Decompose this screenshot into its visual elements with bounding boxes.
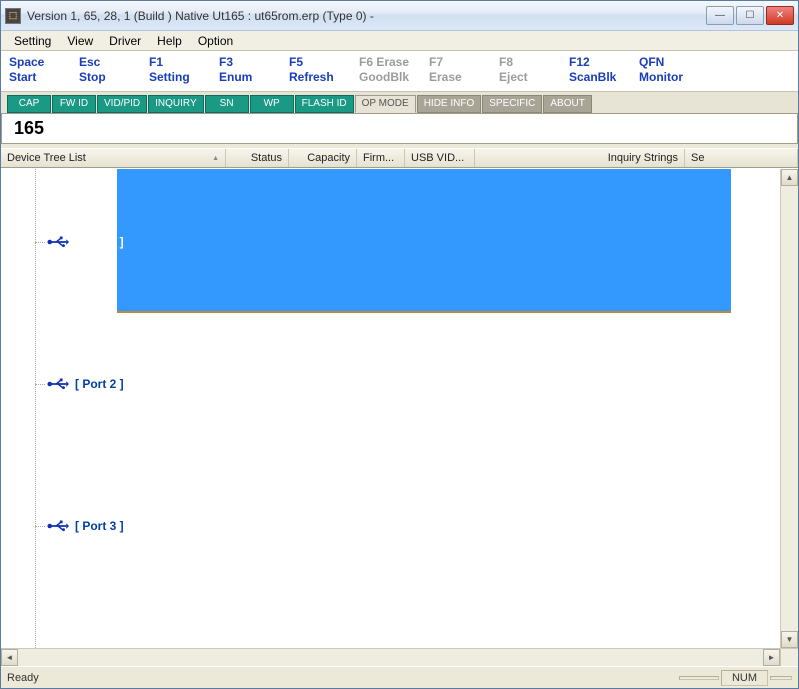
menu-view[interactable]: View (60, 32, 100, 50)
shortcut-label: Monitor (639, 70, 709, 85)
col-firm[interactable]: Firm... (357, 149, 405, 167)
shortcut-monitor[interactable]: QFNMonitor (639, 55, 709, 85)
big-number: 165 (14, 118, 44, 139)
shortcut-eject: F8Eject (499, 55, 569, 85)
shortcut-refresh[interactable]: F5Refresh (289, 55, 359, 85)
shortcut-key: F1 (149, 55, 219, 70)
maximize-button[interactable]: ☐ (736, 6, 764, 25)
shortcut-start[interactable]: SpaceStart (9, 55, 79, 85)
big-number-row: 165 (1, 114, 798, 144)
usb-icon (47, 235, 69, 249)
close-button[interactable]: ✕ (766, 6, 794, 25)
tab-flashid[interactable]: FLASH ID (295, 95, 354, 113)
shortcut-label: Erase (429, 70, 499, 85)
shortcut-goodblk: F6 EraseGoodBlk (359, 55, 429, 85)
usb-icon (47, 377, 69, 391)
col-usbvid[interactable]: USB VID... (405, 149, 475, 167)
tab-vidpid[interactable]: VID/PID (97, 95, 147, 113)
scroll-left-button[interactable]: ◄ (1, 649, 18, 666)
sort-asc-icon: ▲ (212, 155, 219, 162)
shortcut-key: Esc (79, 55, 149, 70)
selection-highlight (117, 169, 731, 313)
tab-sn[interactable]: SN (205, 95, 249, 113)
tab-hideinfo[interactable]: HIDE INFO (417, 95, 482, 113)
scroll-right-button[interactable]: ► (763, 649, 780, 666)
shortcut-key: F6 Erase (359, 55, 429, 70)
menu-setting[interactable]: Setting (7, 32, 58, 50)
shortcut-enum[interactable]: F3Enum (219, 55, 289, 85)
port-3-row[interactable]: [ Port 3 ] (1, 519, 124, 533)
shortcut-label: Enum (219, 70, 289, 85)
shortcut-key: F8 (499, 55, 569, 70)
shortcut-stop[interactable]: EscStop (79, 55, 149, 85)
col-device-tree[interactable]: Device Tree List▲ (1, 149, 226, 167)
scroll-up-button[interactable]: ▲ (781, 169, 798, 186)
tab-fwid[interactable]: FW ID (52, 95, 96, 113)
titlebar: ⬚ Version 1, 65, 28, 1 (Build ) Native U… (1, 1, 798, 31)
shortcut-scanblk[interactable]: F12ScanBlk (569, 55, 639, 85)
shortcut-label: Stop (79, 70, 149, 85)
shortcut-label: Setting (149, 70, 219, 85)
tab-cap[interactable]: CAP (7, 95, 51, 113)
window-title: Version 1, 65, 28, 1 (Build ) Native Ut1… (27, 9, 706, 23)
status-num: NUM (721, 670, 768, 686)
vertical-scrollbar[interactable]: ▲ ▼ (780, 169, 798, 648)
shortcut-bar: SpaceStartEscStopF1SettingF3EnumF5Refres… (1, 51, 798, 92)
horizontal-scrollbar[interactable]: ◄ ► (1, 648, 780, 666)
port-3-label: [ Port 3 ] (75, 519, 124, 533)
col-inquiry[interactable]: Inquiry Strings (475, 149, 685, 167)
tab-inquiry[interactable]: INQUIRY (148, 95, 204, 113)
shortcut-key: F5 (289, 55, 359, 70)
content-area: [ Port 1 ] [ Port 2 ] [ Port 3 ] ▲ ▼ ◄ ► (1, 168, 798, 666)
status-cell-3 (770, 676, 792, 680)
shortcut-key: Space (9, 55, 79, 70)
port-2-label: [ Port 2 ] (75, 377, 124, 391)
shortcut-key: QFN (639, 55, 709, 70)
port-2-row[interactable]: [ Port 2 ] (1, 377, 124, 391)
tab-wp[interactable]: WP (250, 95, 294, 113)
tab-bar: CAP FW ID VID/PID INQUIRY SN WP FLASH ID… (1, 92, 798, 114)
shortcut-key: F3 (219, 55, 289, 70)
shortcut-setting[interactable]: F1Setting (149, 55, 219, 85)
shortcut-key: F12 (569, 55, 639, 70)
menu-option[interactable]: Option (191, 32, 240, 50)
scroll-corner (780, 648, 798, 666)
status-ready: Ready (7, 672, 677, 684)
tab-opmode[interactable]: OP MODE (355, 95, 416, 113)
list-header: Device Tree List▲ Status Capacity Firm..… (1, 148, 798, 168)
shortcut-label: ScanBlk (569, 70, 639, 85)
tab-about[interactable]: ABOUT (543, 95, 591, 113)
scroll-down-button[interactable]: ▼ (781, 631, 798, 648)
shortcut-label: Eject (499, 70, 569, 85)
menubar: Setting View Driver Help Option (1, 31, 798, 51)
minimize-button[interactable]: — (706, 6, 734, 25)
col-capacity[interactable]: Capacity (289, 149, 357, 167)
port-1-label: [ Port 1 ] (75, 235, 124, 249)
app-icon: ⬚ (5, 8, 21, 24)
statusbar: Ready NUM (1, 666, 798, 688)
col-status[interactable]: Status (226, 149, 289, 167)
shortcut-label: Start (9, 70, 79, 85)
shortcut-erase: F7Erase (429, 55, 499, 85)
col-se[interactable]: Se (685, 149, 798, 167)
menu-driver[interactable]: Driver (102, 32, 148, 50)
shortcut-label: GoodBlk (359, 70, 429, 85)
usb-icon (47, 519, 69, 533)
device-tree: [ Port 1 ] [ Port 2 ] [ Port 3 ] (1, 169, 780, 648)
shortcut-key: F7 (429, 55, 499, 70)
tab-specific[interactable]: SPECIFIC (482, 95, 542, 113)
shortcut-label: Refresh (289, 70, 359, 85)
port-1-row[interactable]: [ Port 1 ] (1, 235, 124, 249)
menu-help[interactable]: Help (150, 32, 189, 50)
status-cell-1 (679, 676, 719, 680)
